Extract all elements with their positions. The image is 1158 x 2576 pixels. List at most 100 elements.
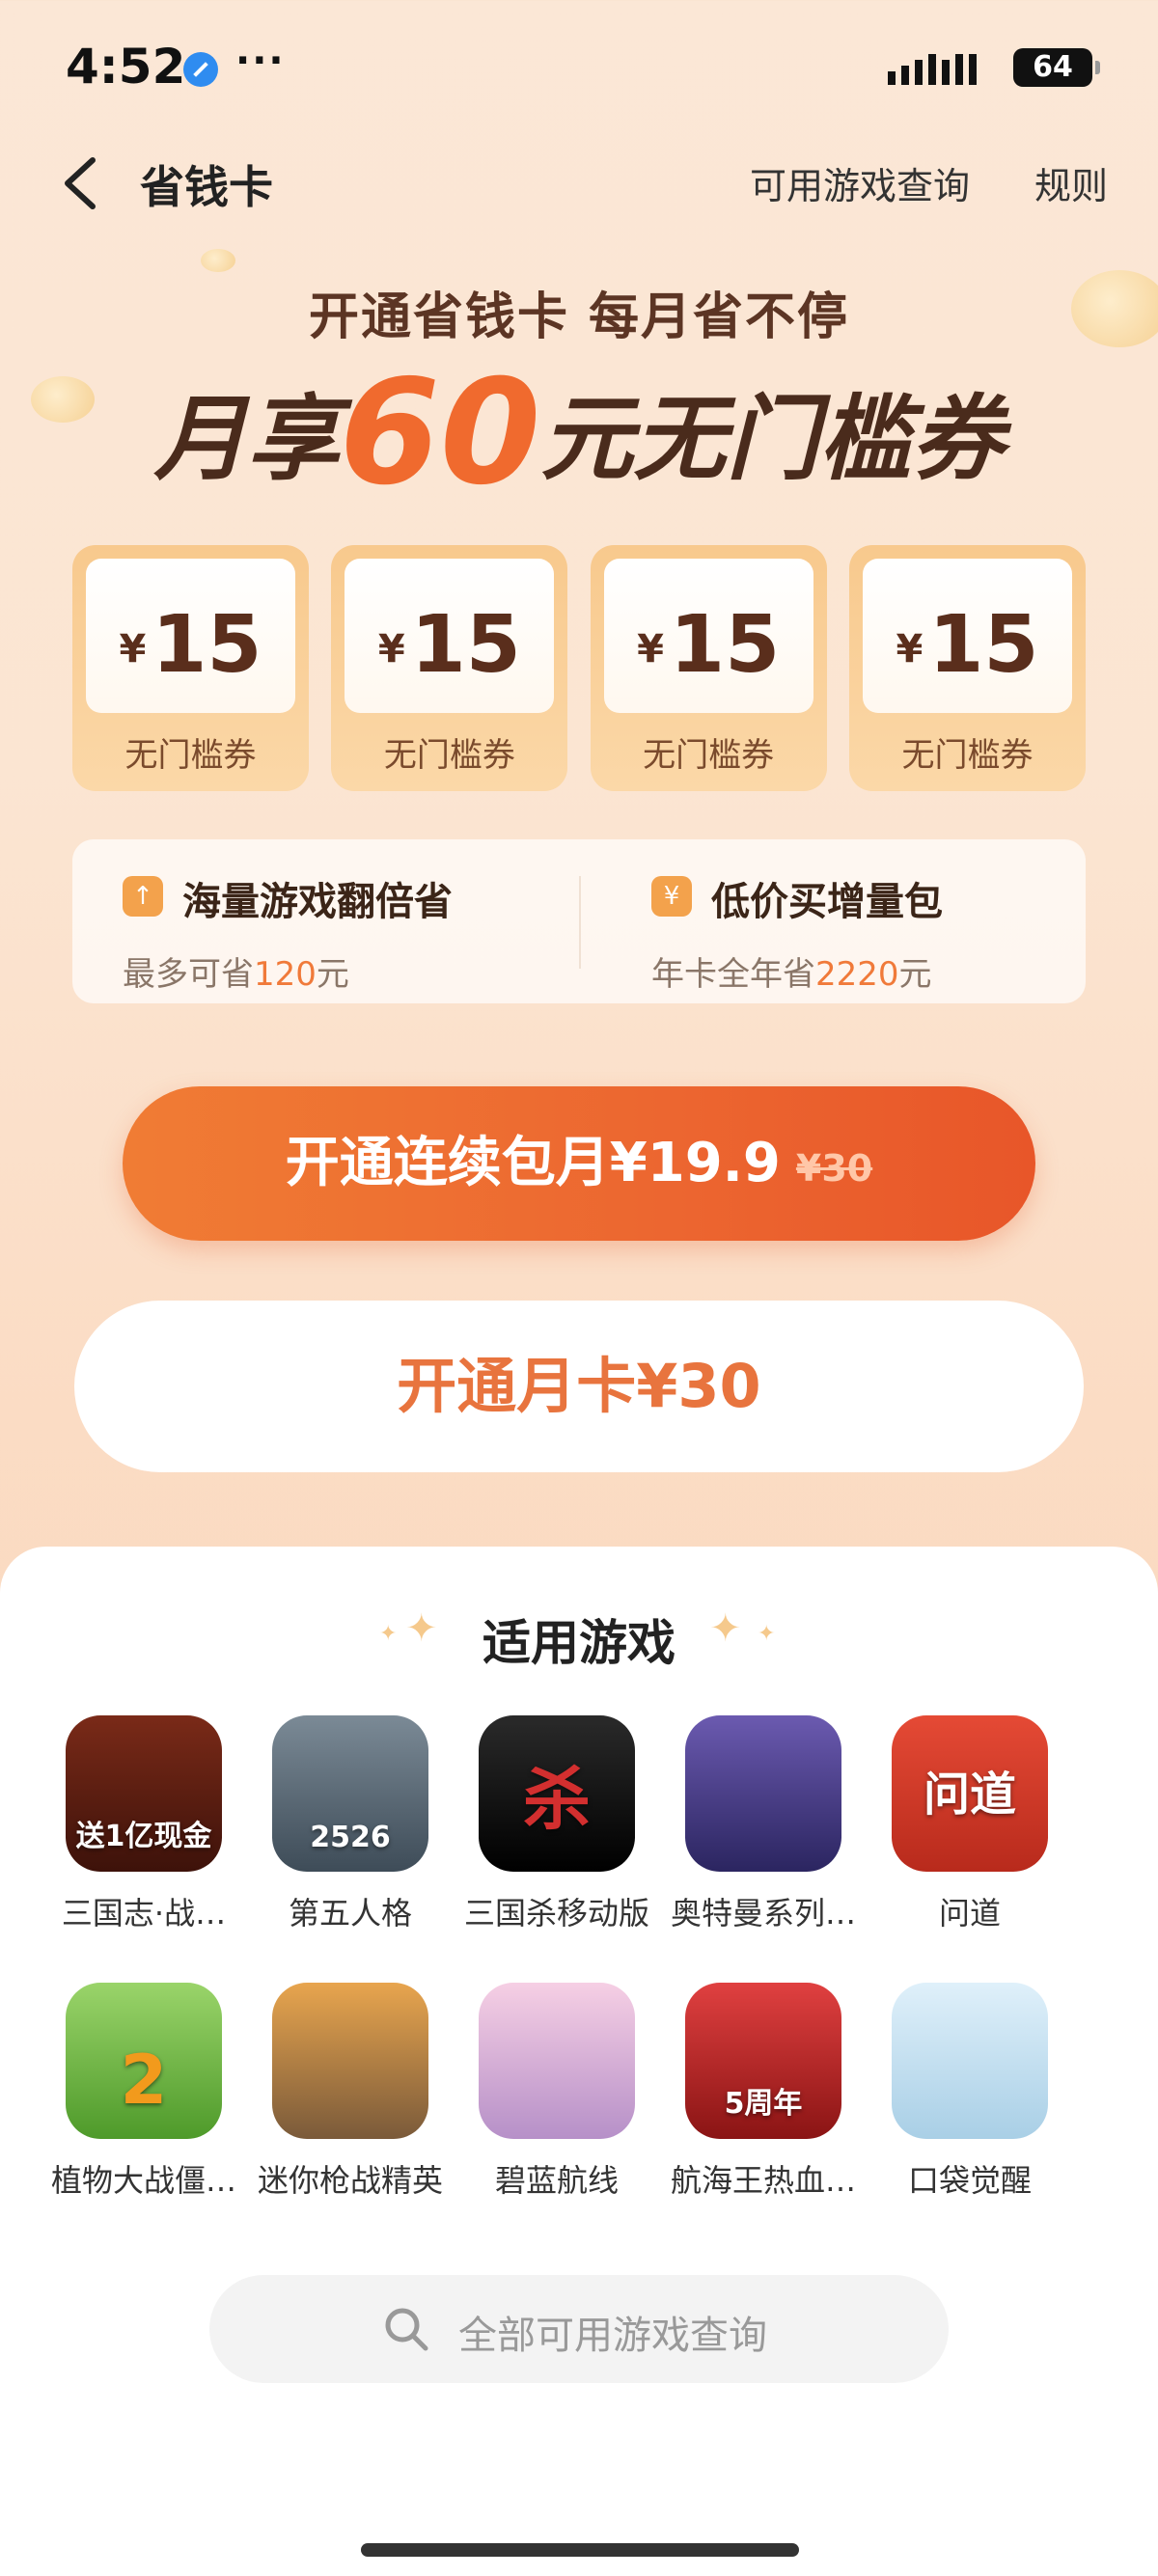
game-item[interactable]: 2526 第五人格 bbox=[247, 1715, 454, 1933]
coupon-card: ¥15 无门槛券 bbox=[331, 545, 568, 791]
rules-link[interactable]: 规则 bbox=[1034, 156, 1108, 209]
coupon-face: ¥15 bbox=[345, 559, 555, 713]
hero-amount: 60 bbox=[339, 349, 541, 517]
status-time: 4:52 bbox=[66, 39, 186, 95]
home-indicator[interactable] bbox=[361, 2543, 799, 2557]
battery-icon: 64 bbox=[1013, 48, 1100, 87]
coupon-row: ¥15 无门槛券 ¥15 无门槛券 ¥15 无门槛券 ¥15 无门槛券 bbox=[72, 545, 1086, 791]
game-item[interactable]: 碧蓝航线 bbox=[454, 1983, 660, 2201]
game-item[interactable]: 问道 问道 bbox=[867, 1715, 1073, 1933]
sparkle-icon: ✦ bbox=[758, 1622, 776, 1646]
coupon-card: ¥15 无门槛券 bbox=[848, 545, 1086, 791]
benefit-desc-text: 最多可省 bbox=[123, 955, 254, 994]
yen-symbol: ¥ bbox=[637, 627, 665, 671]
game-name: 航海王热血… bbox=[670, 2162, 856, 2199]
coupon-amount: 15 bbox=[410, 599, 521, 691]
yen-symbol: ¥ bbox=[119, 627, 147, 671]
coupon-amount: 15 bbox=[928, 599, 1039, 691]
game-name: 植物大战僵… bbox=[50, 2162, 236, 2199]
benefit-desc-unit: 元 bbox=[316, 955, 349, 994]
game-name: 奥特曼系列… bbox=[670, 1895, 856, 1932]
hero-subtitle: 开通省钱卡 每月省不停 bbox=[308, 288, 850, 346]
sanguosha-icon: 杀 bbox=[479, 1715, 635, 1872]
coupon-face: ¥15 bbox=[86, 559, 295, 713]
coin-decoration bbox=[201, 249, 235, 272]
hero-headline: 月享60元无门槛券 bbox=[0, 349, 1158, 517]
status-bar: 4:52 ··· 64 bbox=[0, 0, 1158, 135]
page-title: 省钱卡 bbox=[140, 161, 273, 213]
signal-icon bbox=[888, 54, 994, 87]
original-price: ¥30 bbox=[795, 1147, 873, 1190]
azur-lane-icon bbox=[479, 1983, 635, 2139]
identity-v-icon: 2526 bbox=[272, 1715, 428, 1872]
benefit-desc-amount: 120 bbox=[254, 955, 317, 994]
game-name: 迷你枪战精英 bbox=[257, 2162, 443, 2199]
hero-suffix: 元无门槛券 bbox=[540, 385, 1005, 493]
divider bbox=[579, 876, 581, 969]
games-section-title: 适用游戏 bbox=[482, 1615, 676, 1671]
hero-prefix: 月享 bbox=[153, 385, 340, 493]
one-piece-icon: 5周年 bbox=[685, 1983, 841, 2139]
game-item[interactable]: 杀 三国杀移动版 bbox=[454, 1715, 660, 1933]
benefit-desc: 最多可省120元 bbox=[123, 947, 349, 995]
yen-symbol: ¥ bbox=[896, 627, 924, 671]
mini-gun-icon bbox=[272, 1983, 428, 2139]
pvz-icon: 2 bbox=[66, 1983, 222, 2139]
subscribe-price-label: 开通连续包月¥19.9 bbox=[285, 1132, 781, 1194]
game-item[interactable]: 迷你枪战精英 bbox=[247, 1983, 454, 2201]
coupon-card: ¥15 无门槛券 bbox=[72, 545, 309, 791]
game-icon-text: 送1亿现金 bbox=[75, 1820, 212, 1853]
subscribe-monthly-auto-button[interactable]: 开通连续包月¥19.9 ¥30 bbox=[123, 1086, 1035, 1241]
game-name: 问道 bbox=[938, 1895, 1001, 1932]
game-item[interactable]: 奥特曼系列… bbox=[660, 1715, 867, 1933]
status-more-icon: ··· bbox=[235, 39, 286, 83]
sparkle-icon: ✦ bbox=[709, 1606, 742, 1651]
game-name: 三国杀移动版 bbox=[463, 1895, 649, 1932]
games-panel: ✦ ✦ 适用游戏 ✦ ✦ 送1亿现金 三国志·战… 2526 第五人格 杀 三国… bbox=[0, 1547, 1158, 2576]
game-item[interactable]: 5周年 航海王热血… bbox=[660, 1983, 867, 2201]
benefit-desc-unit: 元 bbox=[898, 955, 932, 994]
game-name: 碧蓝航线 bbox=[494, 2162, 619, 2199]
wendao-icon: 问道 bbox=[892, 1715, 1048, 1872]
arrow-up-icon: ↑ bbox=[123, 876, 163, 917]
game-icon-text: 问道 bbox=[923, 1768, 1016, 1822]
benefit-desc: 年卡全年省2220元 bbox=[651, 947, 932, 995]
coupon-value: ¥15 bbox=[345, 599, 554, 691]
search-placeholder: 全部可用游戏查询 bbox=[458, 2314, 767, 2358]
game-search-input[interactable]: 全部可用游戏查询 bbox=[209, 2275, 949, 2383]
coupon-label: 无门槛券 bbox=[643, 736, 775, 775]
coupon-value: ¥15 bbox=[863, 599, 1072, 691]
coupon-label: 无门槛券 bbox=[124, 736, 257, 775]
coupon-face: ¥15 bbox=[862, 559, 1072, 713]
game-icon-text: 5周年 bbox=[724, 2087, 803, 2121]
pocket-icon bbox=[892, 1983, 1048, 2139]
game-icon-text: 2526 bbox=[310, 1821, 391, 1854]
back-icon[interactable] bbox=[56, 154, 104, 212]
game-icon-text: 2 bbox=[120, 2041, 168, 2120]
coupon-label: 无门槛券 bbox=[901, 736, 1034, 775]
coupon-amount: 15 bbox=[152, 599, 262, 691]
game-icon-text: 杀 bbox=[523, 1760, 591, 1839]
coupon-value: ¥15 bbox=[86, 599, 295, 691]
subscribe-monthly-card-button[interactable]: 开通月卡¥30 bbox=[74, 1301, 1084, 1472]
game-item[interactable]: 2 植物大战僵… bbox=[41, 1983, 247, 2201]
game-item[interactable]: 口袋觉醒 bbox=[867, 1983, 1073, 2201]
yen-symbol: ¥ bbox=[377, 627, 405, 671]
game-item[interactable]: 送1亿现金 三国志·战… bbox=[41, 1715, 247, 1933]
coupon-face: ¥15 bbox=[603, 559, 813, 713]
benefit-desc-text: 年卡全年省 bbox=[651, 955, 815, 994]
available-games-link[interactable]: 可用游戏查询 bbox=[750, 156, 970, 209]
sanguozhi-icon: 送1亿现金 bbox=[66, 1715, 222, 1872]
ultraman-icon bbox=[685, 1715, 841, 1872]
coupon-card: ¥15 无门槛券 bbox=[590, 545, 827, 791]
game-name: 第五人格 bbox=[288, 1895, 412, 1932]
coupon-value: ¥15 bbox=[604, 599, 813, 691]
benefit-title: 海量游戏翻倍省 bbox=[182, 880, 453, 924]
game-name: 三国志·战… bbox=[61, 1895, 227, 1932]
game-name: 口袋觉醒 bbox=[907, 2162, 1032, 2199]
search-icon bbox=[385, 2308, 428, 2351]
benefit-title: 低价买增量包 bbox=[711, 880, 943, 924]
coupon-label: 无门槛券 bbox=[383, 736, 515, 775]
safari-icon bbox=[183, 52, 218, 87]
benefits-panel: ↑ 海量游戏翻倍省 最多可省120元 ¥ 低价买增量包 年卡全年省2220元 bbox=[72, 839, 1086, 1003]
